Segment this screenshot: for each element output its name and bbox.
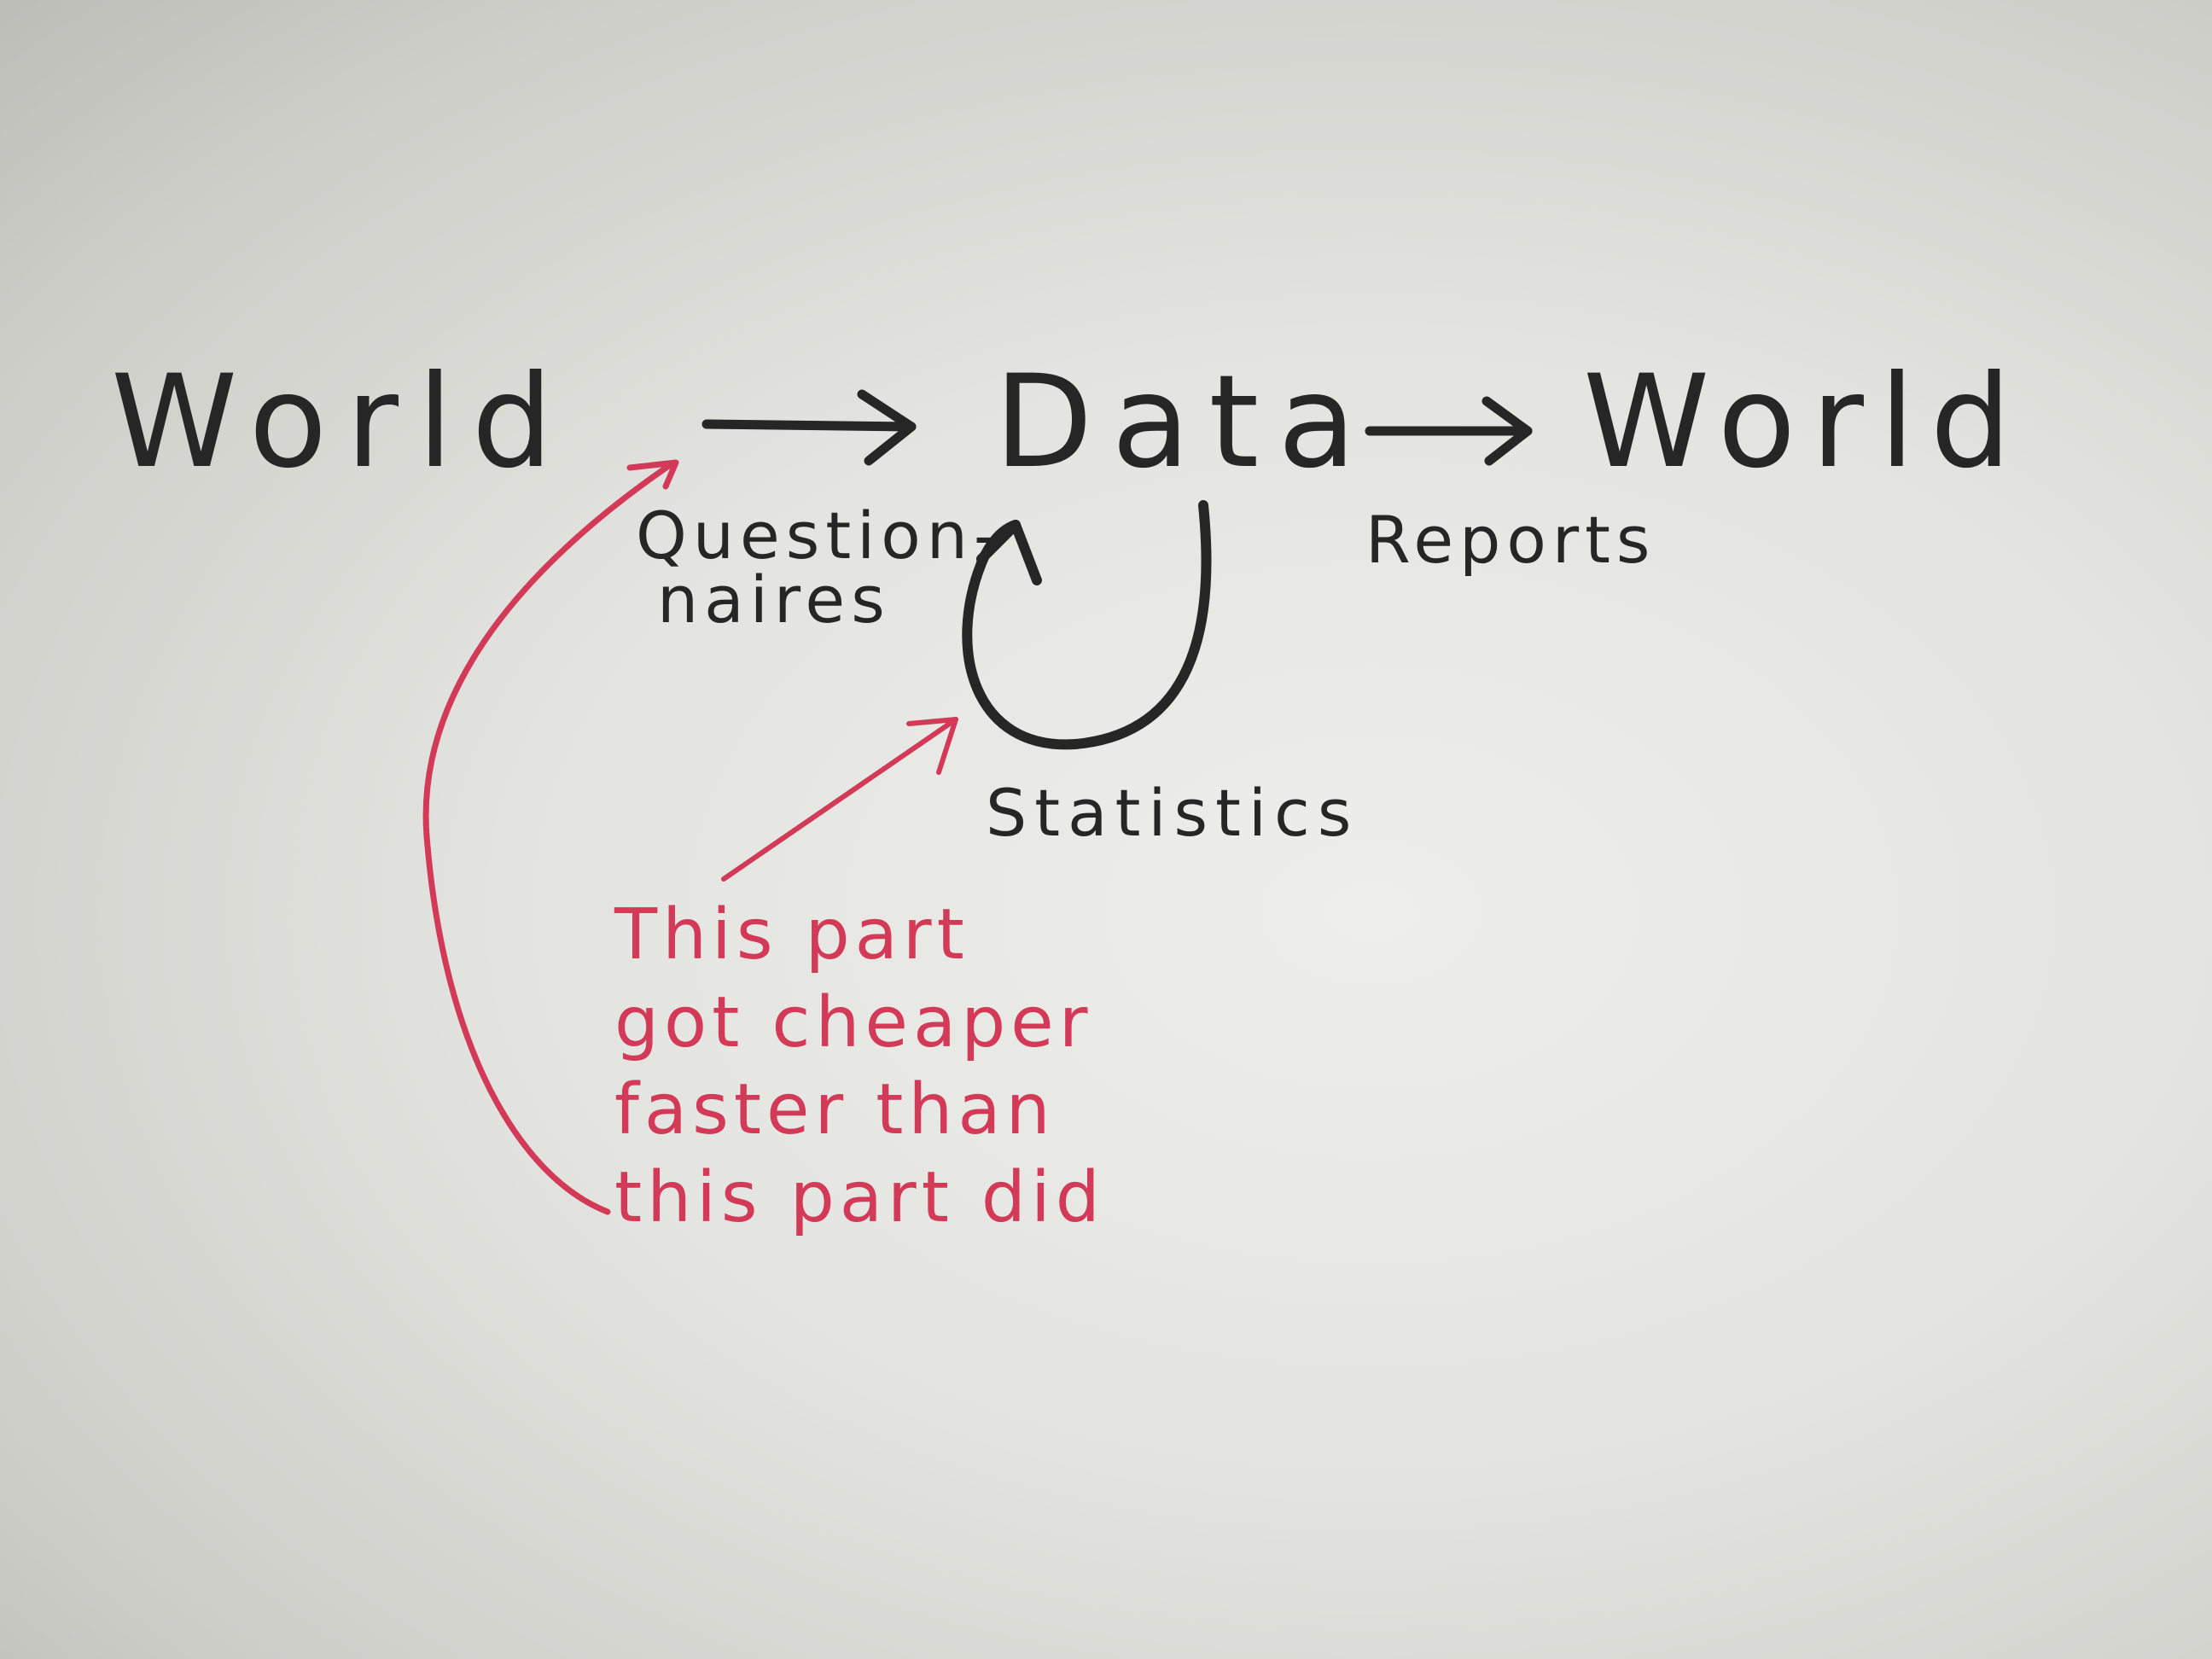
whiteboard-sheet: World Data World Question- naires Report… bbox=[0, 0, 2212, 1659]
edge-label-questionnaires-line2: naires bbox=[657, 562, 891, 637]
arrow-world-to-data bbox=[701, 389, 917, 466]
edge-label-reports: Reports bbox=[1365, 502, 1656, 578]
node-data: Data bbox=[994, 348, 1376, 497]
annotation-line-2: got cheaper bbox=[614, 981, 1093, 1063]
arrow-note-to-statistics bbox=[721, 717, 958, 882]
edge-label-statistics: Statistics bbox=[986, 775, 1359, 851]
annotation-note: This part got cheaper faster than this p… bbox=[614, 892, 1105, 1242]
annotation-line-3: faster than bbox=[614, 1069, 1056, 1150]
annotation-line-4: this part did bbox=[614, 1156, 1105, 1238]
node-world-source: World bbox=[111, 348, 572, 497]
edge-label-questionnaires-line1: Question- bbox=[636, 498, 1004, 573]
annotation-line-1: This part bbox=[614, 894, 969, 975]
node-world-output: World bbox=[1583, 348, 2027, 497]
arrow-data-to-world bbox=[1365, 396, 1533, 466]
